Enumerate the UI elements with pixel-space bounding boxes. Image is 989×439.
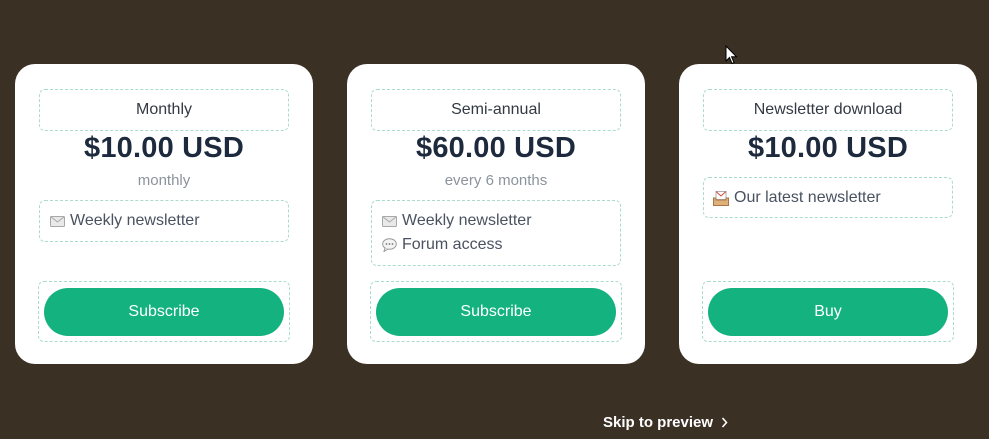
- feature-label: Weekly newsletter: [402, 212, 532, 229]
- plan-period: monthly: [137, 172, 191, 189]
- chevron-right-icon: [721, 417, 728, 428]
- feature-item: Weekly newsletter: [381, 209, 611, 233]
- plan-period: every 6 months: [444, 172, 548, 189]
- plan-name: Monthly: [39, 89, 289, 131]
- feature-list: Our latest newsletter: [703, 177, 953, 218]
- feature-item: Our latest newsletter: [713, 186, 943, 210]
- speech-bubble-icon: [381, 238, 397, 252]
- feature-item: Forum access: [381, 233, 611, 257]
- plan-name: Semi-annual: [371, 89, 621, 131]
- feature-list: Weekly newsletter: [39, 200, 289, 242]
- feature-list: Weekly newsletter Forum access: [371, 200, 621, 266]
- envelope-icon: [381, 214, 397, 228]
- subscribe-button[interactable]: Subscribe: [44, 288, 284, 336]
- skip-to-preview-link[interactable]: Skip to preview: [603, 414, 728, 431]
- button-container: Buy: [702, 281, 954, 342]
- plan-card-monthly: Monthly $10.00 USD monthly Weekly newsle…: [15, 64, 313, 364]
- button-container: Subscribe: [370, 281, 622, 342]
- inbox-envelope-icon: [713, 190, 729, 206]
- feature-label: Forum access: [402, 236, 503, 253]
- buy-button[interactable]: Buy: [708, 288, 948, 336]
- skip-link-label: Skip to preview: [603, 414, 714, 431]
- subscribe-button[interactable]: Subscribe: [376, 288, 616, 336]
- feature-item: Weekly newsletter: [49, 209, 279, 233]
- feature-label: Weekly newsletter: [70, 212, 200, 229]
- mouse-cursor-icon: [725, 44, 738, 70]
- plan-name: Newsletter download: [703, 89, 953, 131]
- envelope-icon: [49, 214, 65, 228]
- plan-price: $60.00 USD: [416, 132, 576, 164]
- plan-price: $10.00 USD: [84, 132, 244, 164]
- plan-price: $10.00 USD: [748, 132, 908, 164]
- feature-label: Our latest newsletter: [734, 189, 881, 206]
- plan-card-newsletter-download: Newsletter download $10.00 USD Our lates…: [679, 64, 977, 364]
- button-container: Subscribe: [38, 281, 290, 342]
- plan-card-semi-annual: Semi-annual $60.00 USD every 6 months We…: [347, 64, 645, 364]
